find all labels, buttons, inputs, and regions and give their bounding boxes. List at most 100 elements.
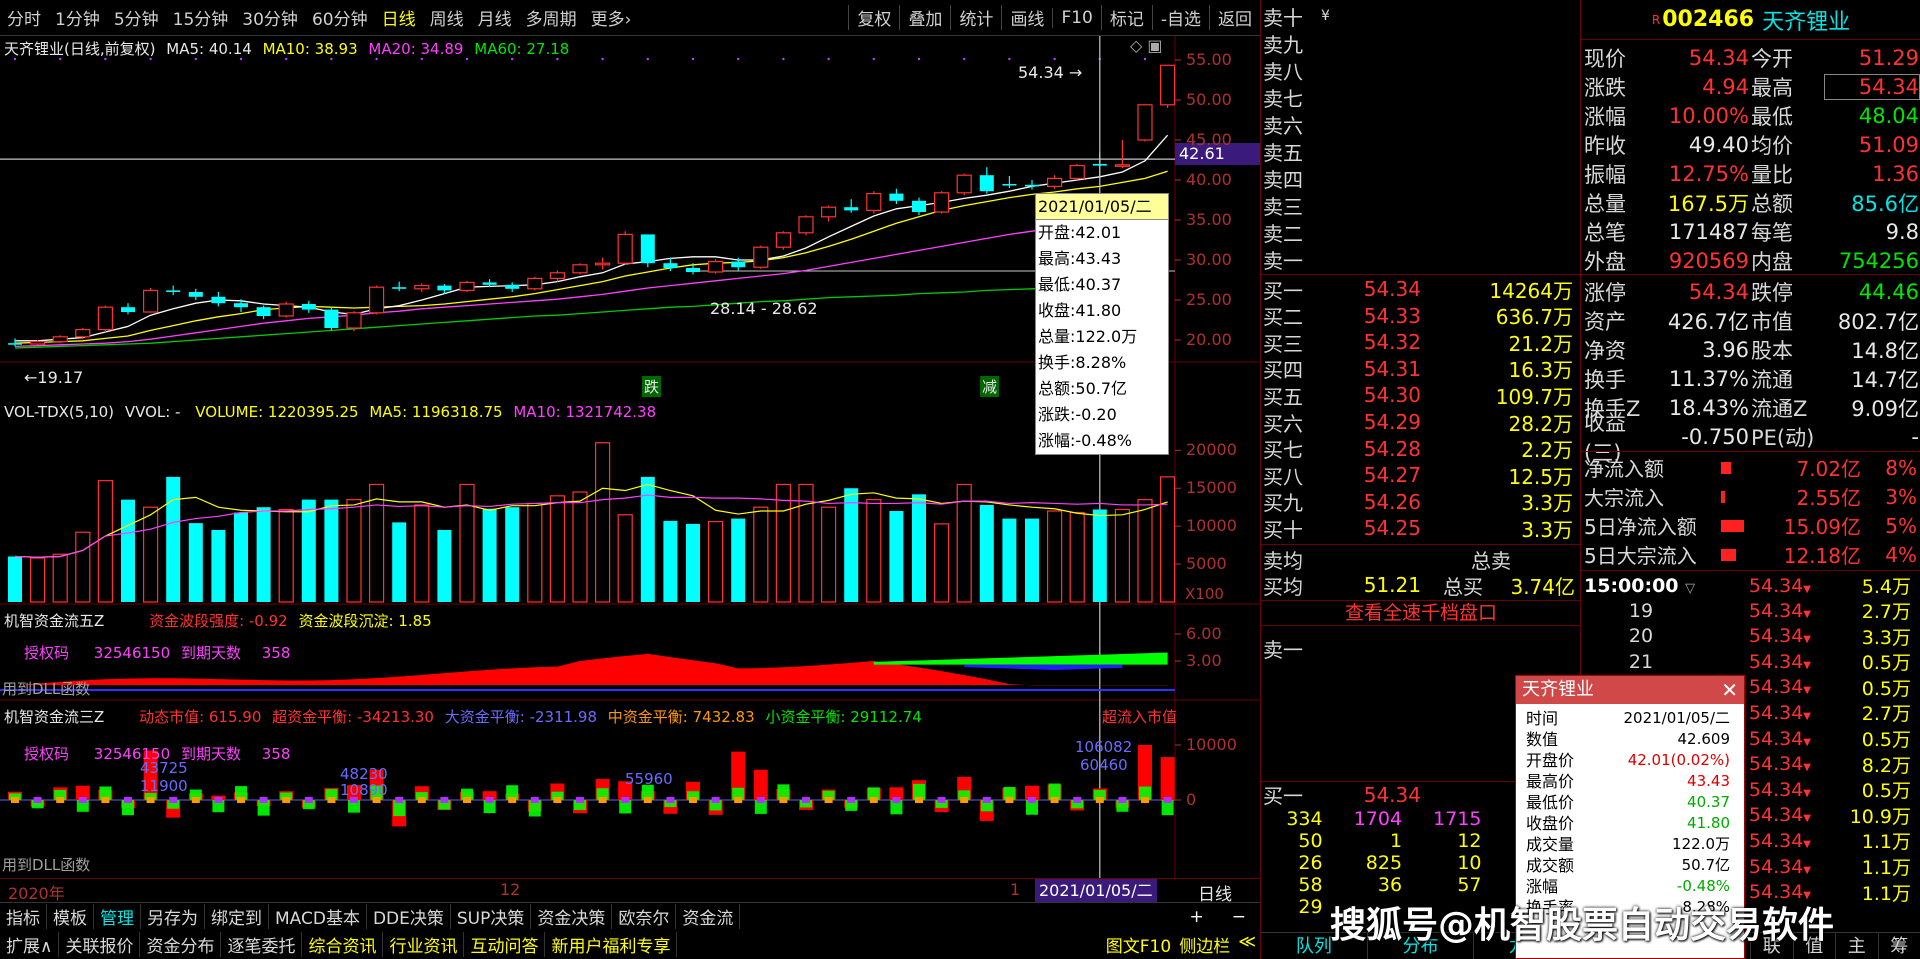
indicator-tab[interactable]: 指标 (0, 904, 47, 929)
remove-icon[interactable]: − (1218, 907, 1260, 927)
buy-row[interactable]: 买七 54.28 2.2万 (1261, 436, 1581, 463)
buy-row[interactable]: 买二 54.33 636.7万 (1261, 303, 1581, 330)
candle (278, 301, 294, 318)
expire-days: 358 (261, 745, 291, 763)
vol-bar (482, 508, 497, 602)
info-tab[interactable]: 扩展∧ (0, 932, 60, 957)
y-tick-label: 20.00 (1186, 330, 1232, 349)
sell-level-label: 卖一 (1263, 248, 1303, 273)
toolbar-button[interactable]: 复权 (848, 5, 899, 30)
info-tab[interactable]: 互动问答 (464, 932, 546, 957)
buy-row[interactable]: 买三 54.32 21.2万 (1261, 329, 1581, 356)
indicator-tab[interactable]: 模板 (47, 904, 94, 929)
toolbar-button[interactable]: F10 (1052, 7, 1100, 28)
buy-row[interactable]: 买十 54.25 3.3万 (1261, 515, 1581, 542)
toolbar-button[interactable]: 标记 (1100, 5, 1152, 30)
low-price-label: ←19.17 (24, 368, 84, 387)
indicator-tabs-right: + − (1176, 907, 1261, 927)
candle (933, 191, 950, 214)
flow3-legend: 机智资金流三Z 动态市值: 615.90 超资金平衡: -34213.30 大资… (4, 706, 922, 727)
period-tab[interactable]: 周线 (423, 5, 471, 30)
quote-value: 802.7亿 (1837, 309, 1919, 334)
side-tab[interactable]: ≪ (1234, 932, 1260, 957)
buy-row[interactable]: 买九 54.26 3.3万 (1261, 489, 1581, 516)
info-tab[interactable]: 综合资讯 (302, 932, 384, 957)
auth-label: 授权码 (24, 745, 70, 763)
tick-volume: 0.5万 (1861, 729, 1911, 751)
period-tab[interactable]: 60分钟 (305, 5, 375, 30)
queue-cell: 334 (1286, 808, 1323, 830)
info-tab[interactable]: 新用户福利专享 (545, 932, 678, 957)
period-tab[interactable]: 多周期 (519, 5, 584, 30)
indicator-tab[interactable]: 另存为 (141, 904, 205, 929)
quote-row: 总量 167.5万 总额 85.6亿 (1581, 187, 1920, 218)
side-tab[interactable]: 图文F10 (1102, 932, 1175, 957)
buy-volume: 28.2万 (1508, 411, 1573, 436)
popup-row: 最高价 43.43 (1516, 771, 1744, 792)
full-book-link[interactable]: 查看全速千档盘口 (1261, 600, 1581, 626)
period-tab[interactable]: 5分钟 (107, 5, 166, 30)
event-marker-jian[interactable]: 减 (980, 376, 1000, 397)
toolbar-button[interactable]: 画线 (1001, 5, 1052, 30)
volume-value: VOLUME: 1220395.25 (195, 403, 359, 421)
add-icon[interactable]: + (1176, 907, 1218, 927)
flow-pct: 5% (1885, 513, 1917, 538)
avg-buy-row: 买均 51.21 总买 3.74亿 (1261, 572, 1581, 599)
period-tab[interactable]: 月线 (471, 5, 519, 30)
event-marker-die[interactable]: 跌 (642, 376, 662, 397)
y-tick-label: 55.00 (1186, 50, 1232, 69)
indicator-tab[interactable]: 绑定到 (205, 904, 269, 929)
toolbar-button[interactable]: 叠加 (899, 5, 950, 30)
vol-bar (30, 557, 46, 603)
toolbar-button[interactable]: -自选 (1151, 5, 1209, 30)
chart-area[interactable]: 天齐锂业(日线,前复权) MA5: 40.14 MA10: 38.93 MA20… (0, 36, 1260, 905)
buy-row[interactable]: 买六 54.29 28.2万 (1261, 409, 1581, 436)
tooltip-item: 最高:43.43 (1038, 249, 1122, 268)
toolbar-button[interactable]: 返回 (1209, 5, 1260, 30)
buy-price: 54.33 (1363, 303, 1421, 328)
candle (889, 188, 904, 204)
period-tab[interactable]: 1分钟 (48, 5, 107, 30)
popup-key: 涨幅 (1526, 877, 1559, 896)
total-sell-label: 总卖 (1471, 548, 1511, 573)
info-tab[interactable]: 关联报价 (59, 932, 141, 957)
info-tab[interactable]: 资金分布 (140, 932, 222, 957)
tick-time: 21 (1628, 650, 1654, 673)
buy-row[interactable]: 买四 54.31 16.3万 (1261, 356, 1581, 383)
quote-key: PE(动) (1751, 425, 1815, 450)
indicator-tab[interactable]: SUP决策 (451, 904, 532, 929)
period-tab[interactable]: 更多› (584, 5, 639, 30)
toolbar-button[interactable]: 统计 (950, 5, 1001, 30)
indicator-tab[interactable]: 资金流 (676, 904, 741, 929)
info-tab[interactable]: 逐笔委托 (221, 932, 303, 957)
popup-row: 成交额 50.7亿 (1516, 855, 1744, 876)
tick-volume: 0.5万 (1861, 652, 1911, 675)
indicator-tab[interactable]: 资金决策 (531, 904, 613, 929)
buy-row[interactable]: 买一 54.34 14264万 (1261, 276, 1581, 303)
queue-cell: 58 (1298, 874, 1323, 896)
buy-row[interactable]: 买八 54.27 12.5万 (1261, 462, 1581, 489)
info-tab[interactable]: 行业资讯 (383, 932, 465, 957)
period-tab[interactable]: 30分钟 (235, 5, 305, 30)
period-tab[interactable]: 日线 (375, 5, 423, 30)
indicator-tab[interactable]: DDE决策 (367, 904, 451, 929)
tick-volume: 8.2万 (1861, 754, 1911, 777)
vol-bar (256, 507, 271, 602)
period-tab[interactable]: 15分钟 (166, 5, 236, 30)
period-tab[interactable]: 分时 (0, 5, 48, 30)
sell-level-label: 卖八 (1263, 59, 1303, 84)
buy-row[interactable]: 买五 54.30 109.7万 (1261, 382, 1581, 409)
quote-key: 今开 (1751, 46, 1793, 71)
side-tab[interactable]: 侧边栏 (1175, 932, 1234, 957)
indicator-tab[interactable]: 管理 (94, 904, 141, 929)
chart-settings-icon[interactable]: ◇ ▣ (1130, 36, 1163, 55)
buy-price: 54.32 (1363, 330, 1421, 355)
ma20-value: MA20: 34.89 (368, 40, 464, 58)
indicator-tab[interactable]: 欧奈尔 (612, 904, 677, 929)
indicator-tab[interactable]: MACD基本 (269, 904, 367, 929)
popup-row: 涨幅 -0.48% (1516, 876, 1744, 897)
quote-key: 涨停 (1584, 280, 1626, 305)
vol-bar (731, 518, 746, 602)
close-icon[interactable]: ✕ (1721, 676, 1738, 704)
flow3-dyn: 动态市值: 615.90 (139, 708, 262, 726)
